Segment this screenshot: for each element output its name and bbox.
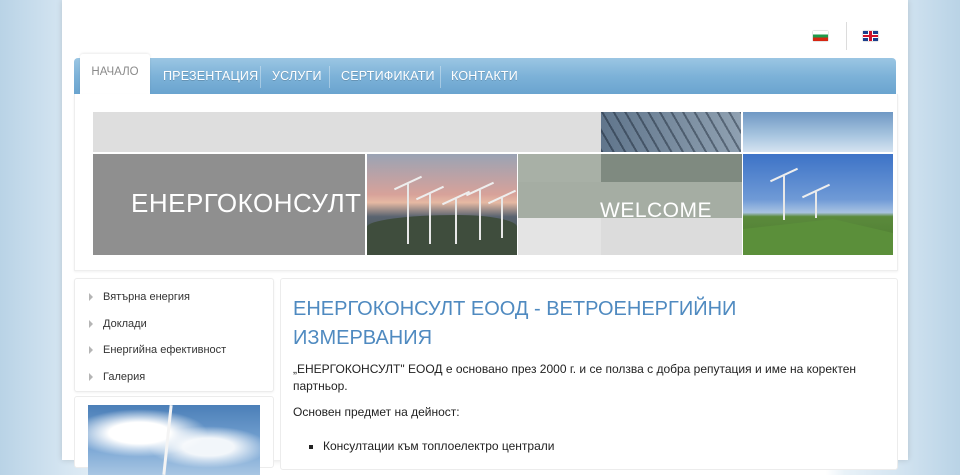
nav-divider [440,66,441,88]
sidebar-item-label: Енергийна ефективност [103,344,227,356]
list-item: Консултации към топлоелектро централи [309,439,554,453]
chevron-right-icon [89,373,93,382]
welcome-block: WELCOME [518,182,742,222]
sidebar-menu: Вятърна енергия Доклади Енергийна ефекти… [74,278,274,392]
activity-list: Консултации към топлоелектро централи [309,439,554,453]
main-content: ЕНЕРГОКОНСУЛТ ЕООД - ВЕТРОЕНЕРГИЙНИ ИЗМЕ… [280,278,898,470]
divider [846,22,847,50]
main-navigation: НАЧАЛО ПРЕЗЕНТАЦИЯ УСЛУГИ СЕРТИФИКАТИ КО… [74,54,896,94]
wind-field-photo [743,154,893,255]
nav-divider [260,66,261,88]
nav-divider [329,66,330,88]
wind-turbines-photo [367,154,517,255]
sidebar-item-label: Галерия [103,371,146,383]
banner-block [93,112,601,152]
tab-home[interactable]: НАЧАЛО [80,54,150,94]
bullet-icon [309,444,313,449]
sidebar-item-label: Доклади [103,318,147,330]
sidebar-item-gallery[interactable]: Галерия [89,367,145,387]
page: НАЧАЛО ПРЕЗЕНТАЦИЯ УСЛУГИ СЕРТИФИКАТИ КО… [62,0,908,475]
sidebar-item-wind-energy[interactable]: Вятърна енергия [89,287,190,307]
sidebar-item-energy-efficiency[interactable]: Енергийна ефективност [89,340,226,360]
chevron-right-icon [89,320,93,329]
header-banner: ЕНЕРГОКОНСУЛТ WELCOME [93,112,893,255]
banner-title: ЕНЕРГОКОНСУЛТ [131,188,362,218]
language-switcher [813,22,878,50]
chevron-right-icon [89,293,93,302]
tab-contacts[interactable]: КОНТАКТИ [451,58,518,94]
chevron-right-icon [89,346,93,355]
uk-flag-icon[interactable] [863,31,878,41]
page-title: ЕНЕРГОКОНСУЛТ ЕООД - ВЕТРОЕНЕРГИЙНИ ИЗМЕ… [293,298,737,349]
banner-title-block: ЕНЕРГОКОНСУЛТ [93,154,365,255]
list-item-text: Консултации към топлоелектро централи [323,439,555,453]
wind-turbine-photo[interactable] [88,405,260,475]
intro-paragraph: „ЕНЕРГОКОНСУЛТ" ЕООД е основано през 200… [293,362,857,393]
banner-block [518,218,601,255]
sky-photo [743,112,893,152]
sidebar-image-box [74,396,274,475]
bulgarian-flag-icon[interactable] [813,31,828,41]
tab-certificates[interactable]: СЕРТИФИКАТИ [341,58,435,94]
banner-block [601,154,742,182]
sidebar-item-reports[interactable]: Доклади [89,314,147,334]
building-photo [601,112,741,152]
tab-presentation[interactable]: ПРЕЗЕНТАЦИЯ [163,58,258,94]
sidebar-item-label: Вятърна енергия [103,291,190,303]
tab-services[interactable]: УСЛУГИ [272,58,322,94]
activity-heading: Основен предмет на дейност: [293,405,460,419]
